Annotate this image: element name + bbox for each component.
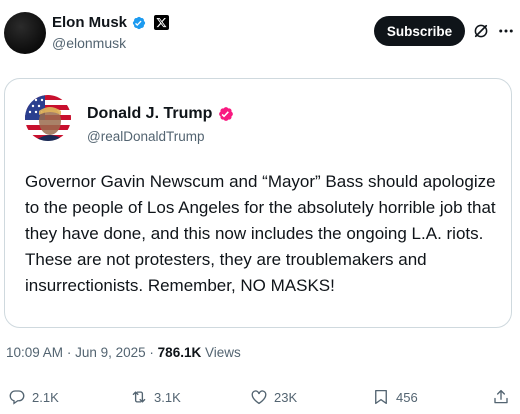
author-avatar[interactable] <box>4 12 46 54</box>
reply-button[interactable]: 2.1K <box>8 388 59 406</box>
views-label: Views <box>204 345 241 360</box>
quoted-post-card[interactable]: Donald J. Trump @realDonaldTrump Governo… <box>4 78 512 328</box>
bookmark-count: 456 <box>396 389 418 405</box>
author-name-row: Elon Musk <box>52 14 170 31</box>
post-metadata: 10:09 AM · Jun 9, 2025 · 786.1K Views <box>6 345 241 360</box>
like-count: 23K <box>274 389 298 405</box>
x-logo-icon <box>154 15 170 30</box>
repost-icon <box>132 391 146 403</box>
bookmark-button[interactable]: 456 <box>372 388 418 406</box>
post-header: Elon Musk @elonmusk Subscribe <box>0 0 520 62</box>
quoted-author-avatar[interactable] <box>25 95 71 141</box>
post-time[interactable]: 10:09 AM <box>6 345 63 360</box>
repost-button[interactable]: 3.1K <box>130 388 181 406</box>
verified-badge-icon <box>219 107 234 121</box>
grok-icon[interactable] <box>472 22 490 40</box>
meta-separator: · <box>149 345 154 360</box>
meta-separator: · <box>66 345 72 360</box>
quoted-name-row: Donald J. Trump <box>87 105 235 123</box>
author-name[interactable]: Elon Musk <box>52 14 127 31</box>
views-count: 786.1K <box>157 345 202 360</box>
share-button[interactable] <box>492 388 510 406</box>
quoted-post-text: Governor Gavin Newscum and “Mayor” Bass … <box>25 172 496 295</box>
verified-badge-icon <box>132 16 146 29</box>
post-date[interactable]: Jun 9, 2025 <box>75 345 146 360</box>
more-icon[interactable] <box>497 22 515 40</box>
like-button[interactable]: 23K <box>250 388 297 406</box>
author-handle[interactable]: @elonmusk <box>52 35 126 51</box>
action-bar: 2.1K 3.1K 23K 456 <box>0 388 520 412</box>
bookmark-icon <box>375 389 387 405</box>
quoted-author-handle[interactable]: @realDonaldTrump <box>87 129 205 144</box>
repost-count: 3.1K <box>154 389 181 405</box>
subscribe-button[interactable]: Subscribe <box>374 16 465 46</box>
share-icon <box>494 389 508 404</box>
like-icon <box>251 390 267 405</box>
reply-count: 2.1K <box>32 389 59 405</box>
reply-icon <box>9 390 25 405</box>
quoted-author-name[interactable]: Donald J. Trump <box>87 105 212 123</box>
